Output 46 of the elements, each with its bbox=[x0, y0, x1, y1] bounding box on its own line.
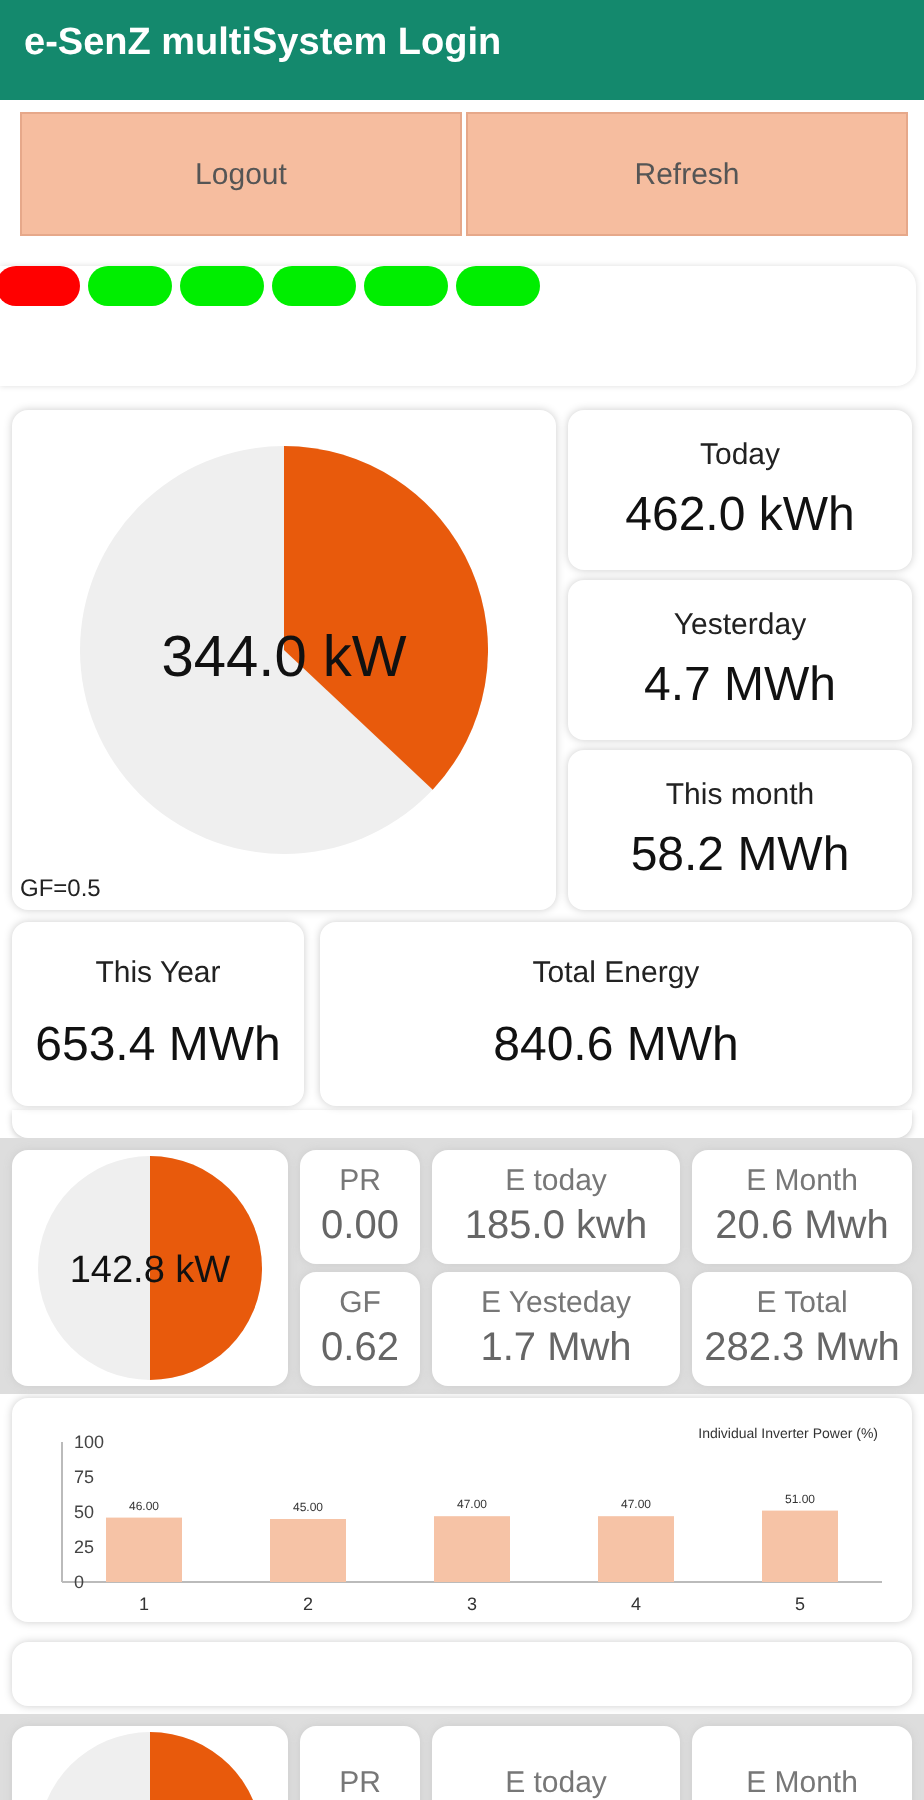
stat-label: This Year bbox=[95, 955, 221, 989]
stat-label: PR bbox=[339, 1766, 381, 1800]
stat-label: Yesterday bbox=[673, 607, 807, 641]
stat-value: 20.6 Mwh bbox=[715, 1204, 889, 1250]
stat-value: 1.7 Mwh bbox=[480, 1326, 632, 1372]
stat-label: Today bbox=[699, 437, 781, 471]
y-tick-label: 25 bbox=[74, 1537, 95, 1557]
stat-value: 185.0 kwh bbox=[464, 1204, 648, 1250]
action-button[interactable]: Logout bbox=[20, 112, 462, 236]
stat-label: PR bbox=[339, 1164, 381, 1198]
stat-label: This month bbox=[665, 777, 815, 811]
stat-value: 58.2 MWh bbox=[630, 827, 850, 883]
stat-value: 462.0 kWh bbox=[625, 487, 855, 543]
app-title: e-SenZ multiSystem Login bbox=[24, 22, 502, 66]
x-tick-label: 5 bbox=[795, 1594, 805, 1614]
x-tick-label: 3 bbox=[467, 1594, 477, 1614]
bar bbox=[270, 1519, 346, 1582]
x-tick-label: 4 bbox=[631, 1594, 641, 1614]
stat-label: GF bbox=[339, 1286, 381, 1320]
x-tick-label: 1 bbox=[139, 1594, 149, 1614]
stat-value: 0.62 bbox=[321, 1326, 399, 1372]
stat-label: E today bbox=[505, 1766, 607, 1800]
stat-value: 4.7 MWh bbox=[643, 657, 837, 713]
x-tick-label: 2 bbox=[303, 1594, 313, 1614]
stat-label: E Month bbox=[746, 1164, 858, 1198]
y-tick-label: 100 bbox=[74, 1432, 105, 1452]
stat-label: E Total bbox=[756, 1286, 848, 1320]
stat-value: 653.4 MWh bbox=[35, 1017, 281, 1073]
bar bbox=[434, 1516, 510, 1582]
y-tick-label: 0 bbox=[74, 1572, 85, 1592]
y-tick-label: 50 bbox=[74, 1502, 95, 1522]
stat-label: E Month bbox=[746, 1766, 858, 1800]
action-button[interactable]: Refresh bbox=[466, 112, 908, 236]
bar bbox=[762, 1510, 838, 1582]
y-tick-label: 75 bbox=[74, 1467, 95, 1487]
power-value: 344.0 kW bbox=[159, 626, 409, 692]
y-axis bbox=[61, 1441, 63, 1583]
bar bbox=[598, 1516, 674, 1582]
gf-value: GF=0.5 bbox=[20, 874, 101, 902]
stat-value: 840.6 MWh bbox=[493, 1017, 739, 1073]
stat-label: E Yesteday bbox=[480, 1286, 632, 1320]
stat-value: 282.3 Mwh bbox=[704, 1326, 900, 1372]
stat-value: 0.00 bbox=[321, 1204, 399, 1250]
stat-label: E today bbox=[505, 1164, 607, 1198]
bar bbox=[106, 1517, 182, 1582]
stat-label: Total Energy bbox=[532, 955, 700, 989]
